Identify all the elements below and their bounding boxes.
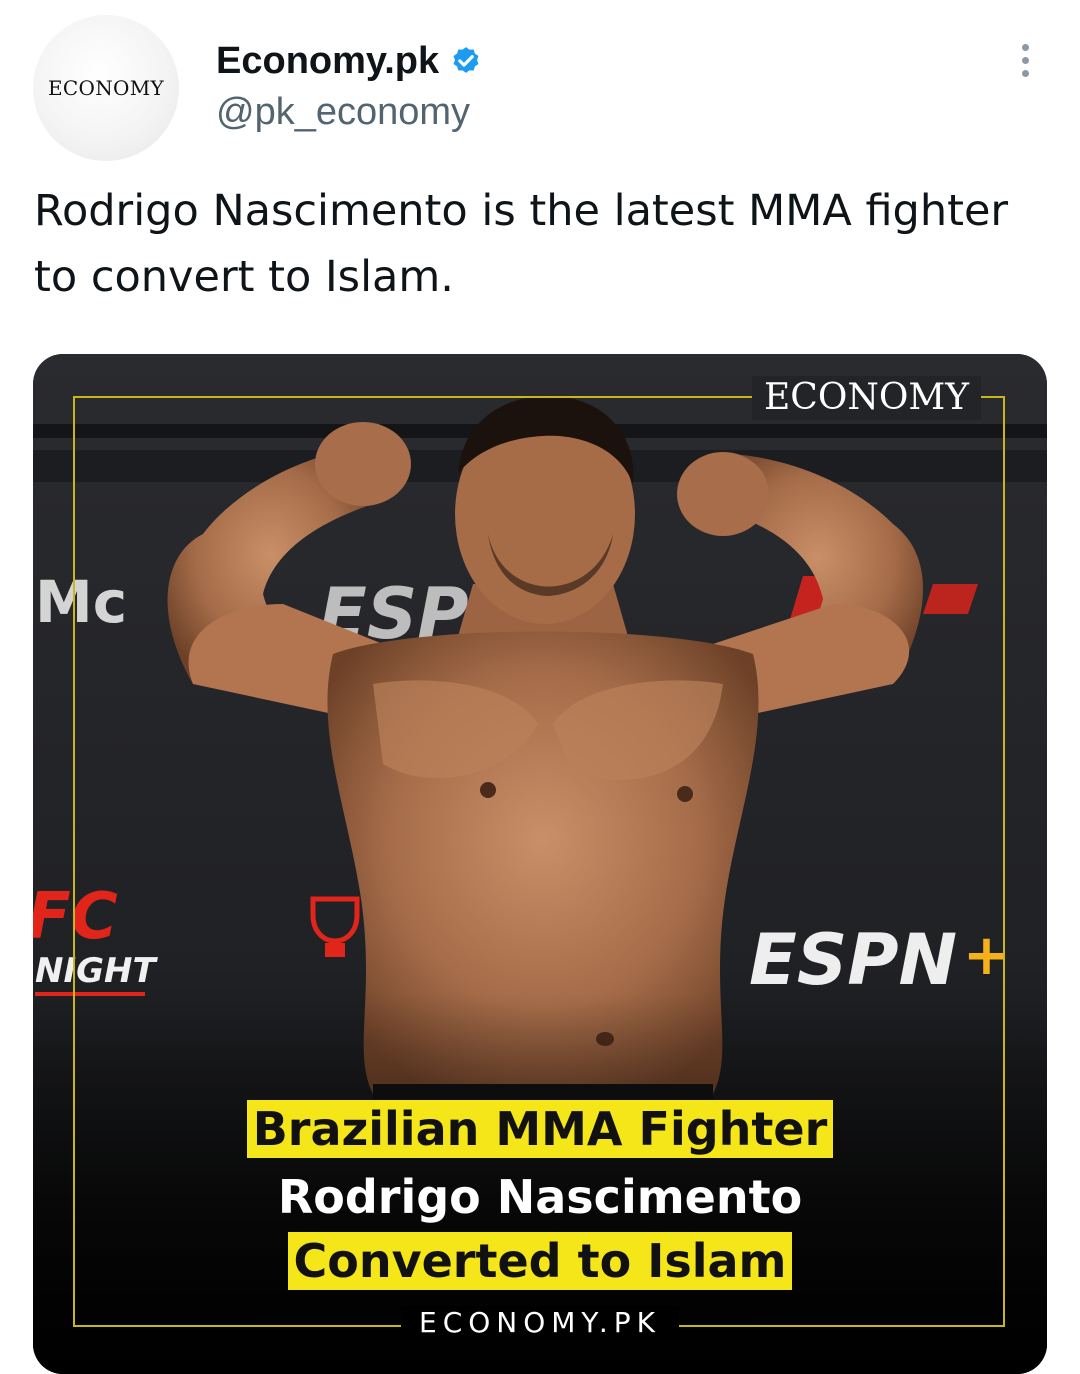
headline-text: Brazilian MMA Fighter (246, 1100, 834, 1158)
headline-line-2: Rodrigo Nascimento (33, 1168, 1047, 1226)
more-dot (1021, 43, 1029, 51)
more-dot (1021, 56, 1029, 64)
user-handle[interactable]: @pk_economy (216, 91, 470, 134)
display-name[interactable]: Economy.pk (216, 40, 439, 83)
headline-text: Rodrigo Nascimento (277, 1170, 803, 1224)
brand-logo-bottom: ECONOMY.PK (401, 1306, 679, 1340)
brand-logo-top: ECONOMY (752, 376, 981, 420)
author-name-row: Economy.pk (216, 40, 483, 83)
avatar[interactable]: ECONOMY (33, 15, 179, 161)
headline-text: Converted to Islam (287, 1232, 793, 1290)
more-dot (1021, 69, 1029, 77)
verified-badge-icon (453, 46, 479, 73)
avatar-logo-text: ECONOMY (48, 76, 164, 100)
headline-line-3: Converted to Islam (33, 1232, 1047, 1290)
tweet-text: Rodrigo Nascimento is the latest MMA fig… (34, 186, 1009, 302)
headline-line-1: Brazilian MMA Fighter (33, 1100, 1047, 1158)
more-options-icon[interactable] (1005, 40, 1045, 80)
tweet-media-image[interactable]: Mc ESP FC NIGHT ESPN + ECONOMY Brazilian… (33, 354, 1047, 1374)
